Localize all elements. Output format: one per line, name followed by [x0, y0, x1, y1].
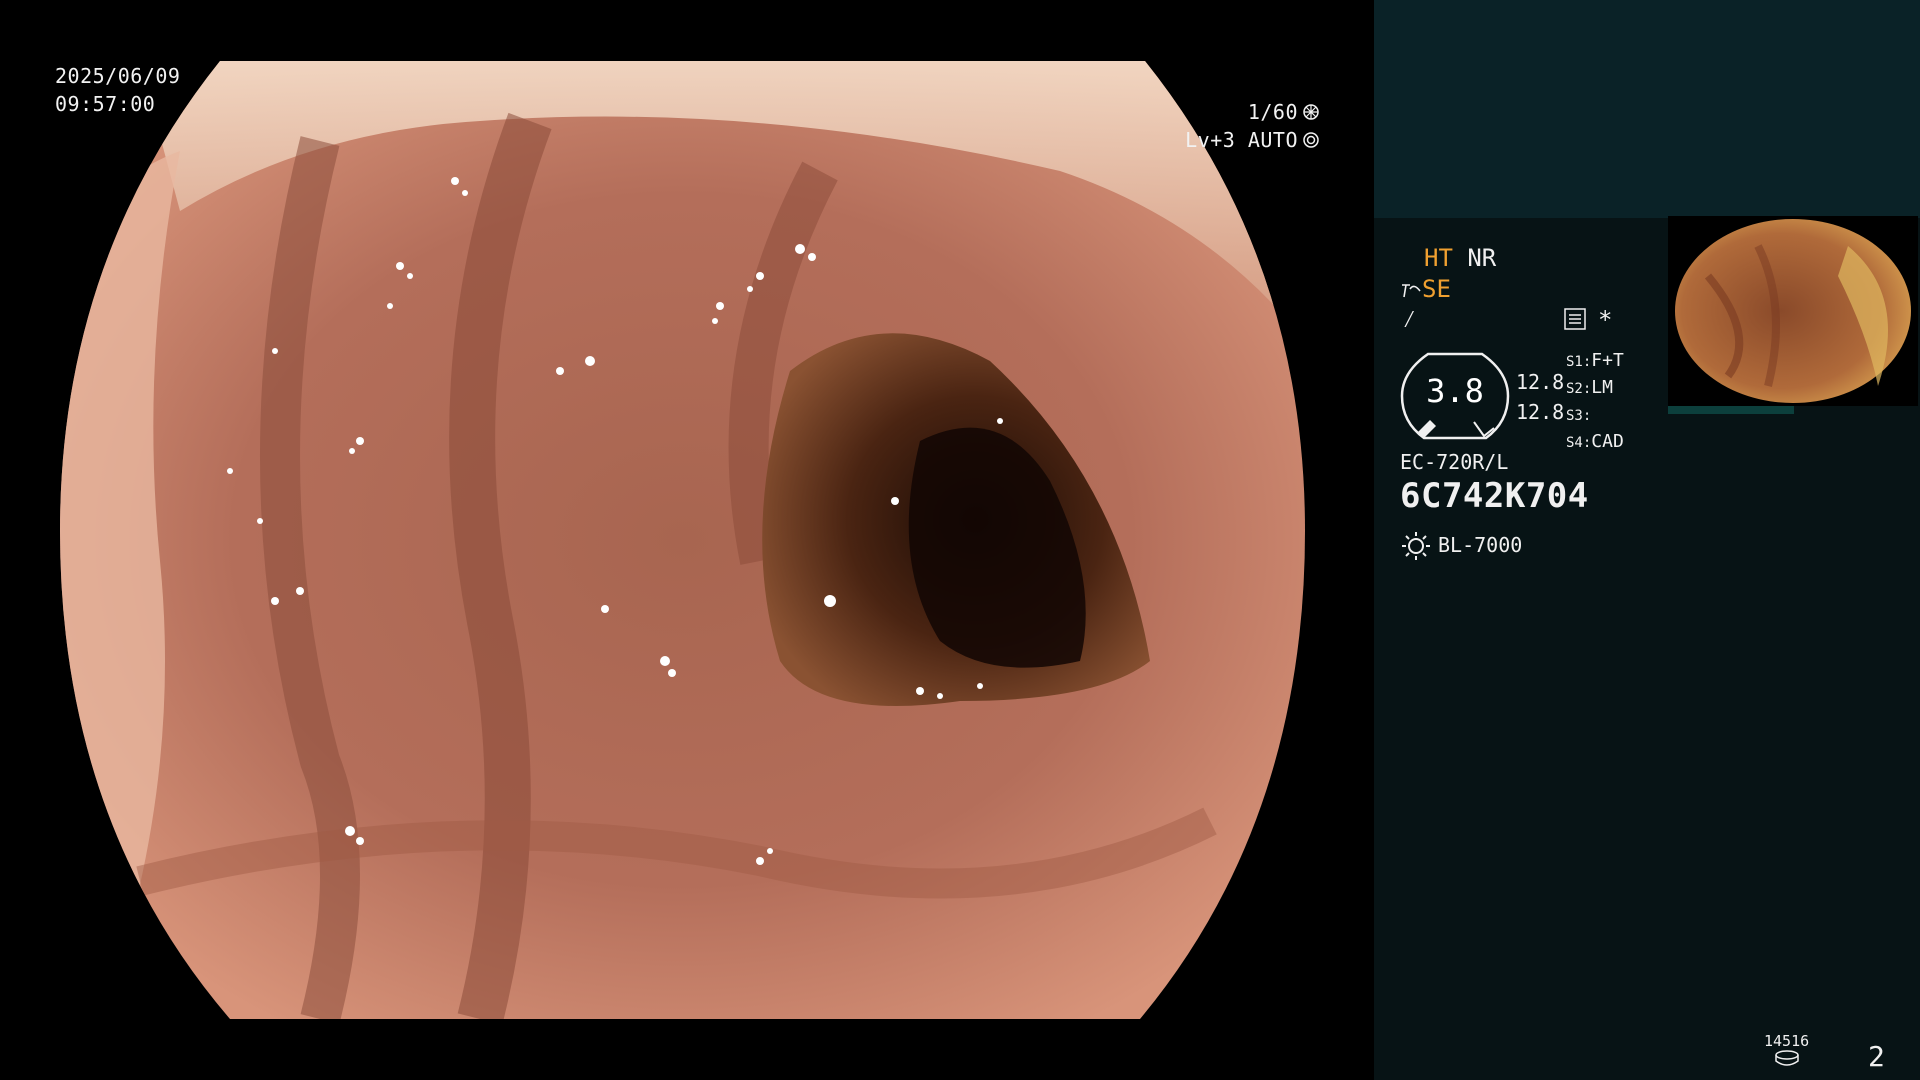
- iris-icon: [1303, 132, 1319, 148]
- switch-assignments: S1:F+T S2:LM S3: S4:CAD: [1566, 348, 1624, 456]
- page-number: 2: [1868, 1040, 1885, 1073]
- freeze-symbol: ⁄: [1402, 305, 1417, 333]
- light-source-icon: [1402, 532, 1430, 560]
- mode-row-se: SE: [1400, 275, 1451, 303]
- endoscope-image: [60, 61, 1305, 1019]
- endoscopy-screen: 2025/06/09 09:57:00 1/60 Lv+3 AUTO HT NR…: [0, 0, 1920, 1080]
- shutter-text: 1/60: [1247, 100, 1298, 124]
- frame-count: 14516: [1764, 1032, 1810, 1050]
- mode-se: SE: [1422, 275, 1451, 303]
- menu-icon: [1564, 308, 1586, 330]
- switch-s3: S3:: [1566, 408, 1592, 424]
- side-top-panel: [1374, 0, 1920, 218]
- mode-row-f: ⁄: [1402, 305, 1416, 335]
- gauge-value-b: 12.8: [1516, 400, 1565, 424]
- datetime-overlay: 2025/06/09 09:57:00: [55, 62, 180, 118]
- switch-s1: S1:F+T: [1566, 350, 1624, 371]
- switch-s4: S4:CAD: [1566, 431, 1624, 452]
- switch-s2: S2:LM: [1566, 377, 1613, 398]
- gauge-value-a: 12.8: [1516, 370, 1565, 394]
- star-indicator: *: [1598, 306, 1613, 334]
- level-text: Lv+3 AUTO: [1185, 128, 1298, 152]
- gauge-value: 3.8: [1426, 372, 1484, 410]
- date-text: 2025/06/09: [55, 64, 181, 88]
- exposure-overlay: 1/60 Lv+3 AUTO: [1120, 98, 1320, 154]
- storage-icon: [1775, 1050, 1799, 1066]
- thumbnail-bar: [1668, 406, 1794, 414]
- thumbnail-preview[interactable]: [1668, 216, 1918, 406]
- scope-serial: 6C742K704: [1400, 476, 1589, 516]
- mode-ht: HT: [1424, 244, 1453, 272]
- mode-nr: NR: [1467, 244, 1497, 272]
- mode-row-ht: HT NR: [1424, 244, 1496, 272]
- scope-model: EC-720R/L: [1400, 450, 1509, 474]
- structure-enhance-icon: [1402, 284, 1421, 298]
- shutter-icon: [1303, 104, 1319, 120]
- light-source-label: BL-7000: [1438, 533, 1523, 557]
- time-text: 09:57:00: [55, 92, 156, 116]
